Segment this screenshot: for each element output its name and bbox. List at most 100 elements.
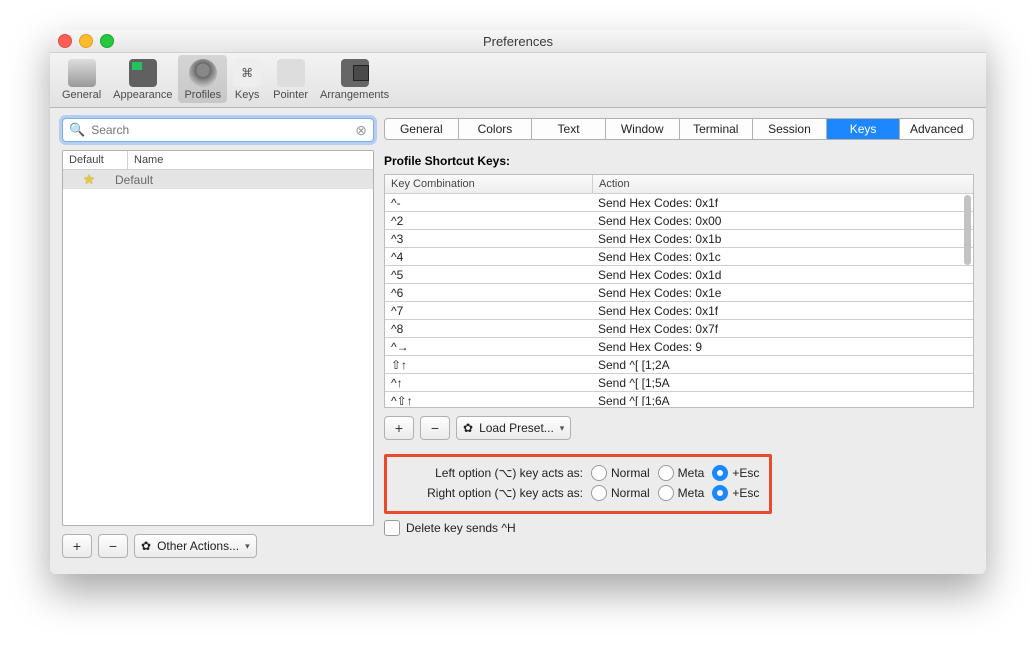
toolbar-profiles[interactable]: Profiles: [178, 55, 227, 103]
col-default[interactable]: Default: [63, 151, 128, 169]
col-action[interactable]: Action: [593, 175, 636, 193]
tab-text[interactable]: Text: [532, 119, 606, 139]
profile-row[interactable]: ★ Default: [63, 170, 373, 189]
radio-label: +Esc: [732, 486, 759, 500]
search-input[interactable]: [89, 122, 355, 138]
toolbar-pointer[interactable]: Pointer: [267, 55, 314, 103]
key-combo: ^3: [385, 230, 592, 247]
option-key-settings: Left option (⌥) key acts as:NormalMeta+E…: [384, 454, 772, 514]
tab-colors[interactable]: Colors: [459, 119, 533, 139]
key-combo: ^⇧↑: [385, 392, 592, 406]
profile-list: Default Name ★ Default: [62, 150, 374, 526]
tab-session[interactable]: Session: [753, 119, 827, 139]
toolbar-label: Keys: [235, 89, 259, 101]
radio-dot: [658, 485, 674, 501]
table-row[interactable]: ^4Send Hex Codes: 0x1c: [385, 248, 973, 266]
radio-dot: [712, 485, 728, 501]
radio-label: Normal: [611, 486, 650, 500]
radio-esc[interactable]: +Esc: [712, 485, 759, 501]
table-row[interactable]: ^2Send Hex Codes: 0x00: [385, 212, 973, 230]
table-row[interactable]: ^↑Send ^[ [1;5A: [385, 374, 973, 392]
key-combo: ^6: [385, 284, 592, 301]
chevron-down-icon: ▾: [245, 541, 250, 552]
delete-sends-h-checkbox[interactable]: [384, 520, 400, 536]
table-row[interactable]: ⇧↑Send ^[ [1;2A: [385, 356, 973, 374]
key-action: Send ^[ [1;5A: [592, 374, 676, 391]
load-preset-dropdown[interactable]: ✿ Load Preset... ▾: [456, 416, 571, 440]
appearance-icon: [129, 59, 157, 87]
table-row[interactable]: ^-Send Hex Codes: 0x1f: [385, 194, 973, 212]
radio-dot: [658, 465, 674, 481]
key-action: Send Hex Codes: 0x1c: [592, 248, 727, 265]
right-option-row: Right option (⌥) key acts as:NormalMeta+…: [397, 483, 759, 503]
tab-keys[interactable]: Keys: [827, 119, 901, 139]
preferences-window: Preferences GeneralAppearanceProfiles⌘Ke…: [50, 30, 986, 574]
table-actions: + − ✿ Load Preset... ▾: [384, 416, 974, 440]
radio-dot: [591, 465, 607, 481]
table-row[interactable]: ^8Send Hex Codes: 0x7f: [385, 320, 973, 338]
tab-general[interactable]: General: [385, 119, 459, 139]
tab-advanced[interactable]: Advanced: [900, 119, 973, 139]
toolbar-general[interactable]: General: [56, 55, 107, 103]
table-row[interactable]: ^→Send Hex Codes: 9: [385, 338, 973, 356]
remove-key-button[interactable]: −: [420, 416, 450, 440]
radio-label: +Esc: [732, 466, 759, 480]
radio-normal[interactable]: Normal: [591, 485, 650, 501]
key-combo: ^4: [385, 248, 592, 265]
toolbar-label: Pointer: [273, 89, 308, 101]
col-key-combination[interactable]: Key Combination: [385, 175, 593, 193]
left-option-row: Left option (⌥) key acts as:NormalMeta+E…: [397, 463, 759, 483]
arrangements-icon: [341, 59, 369, 87]
key-combo: ^8: [385, 320, 592, 337]
table-row[interactable]: ^6Send Hex Codes: 0x1e: [385, 284, 973, 302]
table-row[interactable]: ^5Send Hex Codes: 0x1d: [385, 266, 973, 284]
key-action: Send Hex Codes: 0x1b: [592, 230, 727, 247]
remove-profile-button[interactable]: −: [98, 534, 128, 558]
key-combo: ^5: [385, 266, 592, 283]
key-action: Send Hex Codes: 0x7f: [592, 320, 724, 337]
table-header: Key Combination Action: [385, 175, 973, 194]
toolbar-arrangements[interactable]: Arrangements: [314, 55, 395, 103]
key-action: Send Hex Codes: 0x1f: [592, 194, 724, 211]
table-row[interactable]: ^3Send Hex Codes: 0x1b: [385, 230, 973, 248]
radio-label: Meta: [678, 466, 705, 480]
profile-search[interactable]: 🔍 ⊗: [62, 118, 374, 142]
key-action: Send Hex Codes: 0x00: [592, 212, 727, 229]
toolbar-label: General: [62, 89, 101, 101]
profiles-icon: [189, 59, 217, 87]
col-name[interactable]: Name: [128, 151, 169, 169]
other-actions-label: Other Actions...: [157, 539, 239, 553]
toolbar-appearance[interactable]: Appearance: [107, 55, 178, 103]
shortcut-table: Key Combination Action ^-Send Hex Codes:…: [384, 174, 974, 408]
profile-name: Default: [115, 173, 153, 187]
tab-window[interactable]: Window: [606, 119, 680, 139]
chevron-down-icon: ▾: [560, 423, 565, 434]
tab-terminal[interactable]: Terminal: [680, 119, 754, 139]
key-combo: ^→: [385, 338, 592, 355]
key-action: Send Hex Codes: 0x1e: [592, 284, 727, 301]
search-icon: 🔍: [69, 122, 85, 138]
clear-search-icon[interactable]: ⊗: [355, 122, 367, 139]
radio-meta[interactable]: Meta: [658, 465, 705, 481]
radio-dot: [712, 465, 728, 481]
radio-meta[interactable]: Meta: [658, 485, 705, 501]
add-key-button[interactable]: +: [384, 416, 414, 440]
key-action: Send ^[ [1;6A: [592, 392, 676, 406]
other-actions-dropdown[interactable]: ✿ Other Actions... ▾: [134, 534, 257, 558]
table-row[interactable]: ^7Send Hex Codes: 0x1f: [385, 302, 973, 320]
prefs-toolbar: General AppearanceProfiles⌘ Keys Pointer Arr…: [50, 53, 986, 108]
toolbar-keys[interactable]: ⌘ Keys: [227, 55, 267, 103]
radio-normal[interactable]: Normal: [591, 465, 650, 481]
general-icon: [68, 59, 96, 87]
key-action: Send ^[ [1;2A: [592, 356, 676, 373]
keys-icon: ⌘: [233, 59, 261, 87]
delete-sends-h-row: Delete key sends ^H: [384, 520, 974, 536]
default-star-icon: ★: [83, 171, 96, 188]
scrollbar[interactable]: [964, 195, 971, 265]
pointer-icon: [277, 59, 305, 87]
radio-esc[interactable]: +Esc: [712, 465, 759, 481]
key-action: Send Hex Codes: 0x1d: [592, 266, 727, 283]
add-profile-button[interactable]: +: [62, 534, 92, 558]
load-preset-label: Load Preset...: [479, 421, 554, 435]
table-row[interactable]: ^⇧↑Send ^[ [1;6A: [385, 392, 973, 406]
